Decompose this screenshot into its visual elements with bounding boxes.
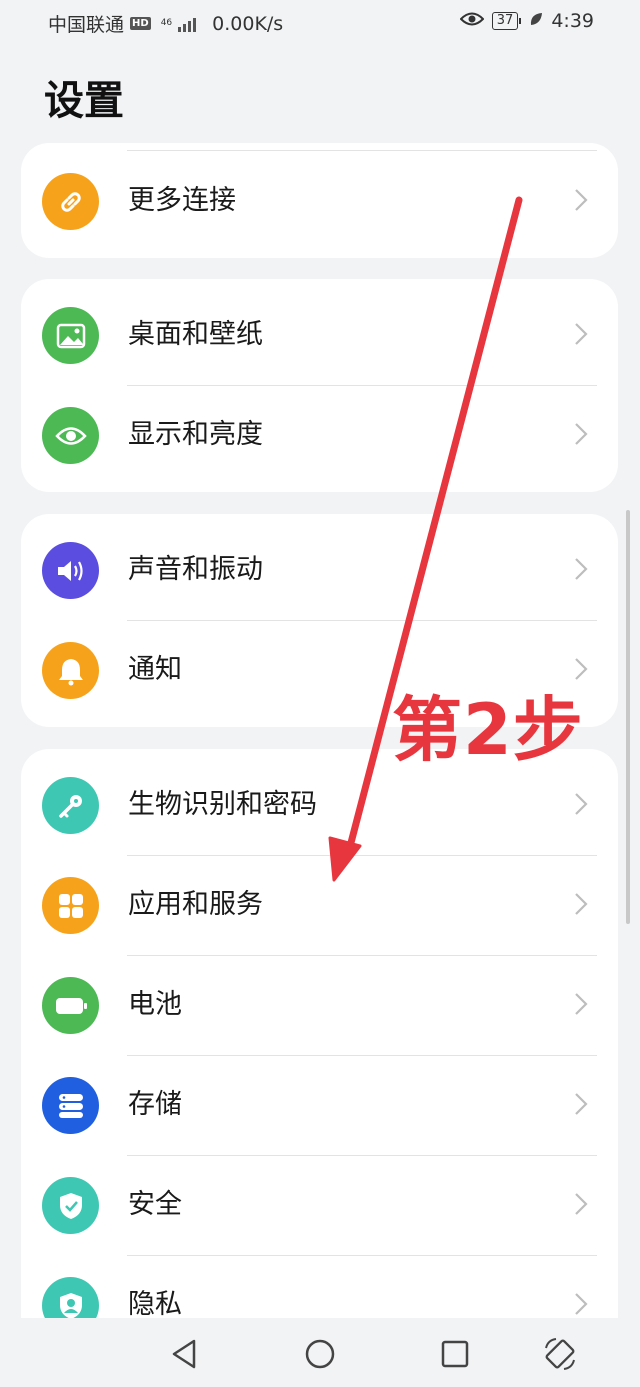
settings-item-display[interactable]: 显示和亮度: [21, 385, 618, 485]
chevron-right-icon: [566, 554, 596, 584]
settings-item-sound[interactable]: 声音和振动: [21, 520, 618, 620]
settings-item-label: 电池: [128, 989, 182, 1020]
settings-item-label: 应用和服务: [128, 889, 263, 920]
home-icon[interactable]: [302, 1336, 338, 1372]
chevron-right-icon: [566, 654, 596, 684]
chevron-right-icon: [566, 789, 596, 819]
chevron-right-icon: [566, 185, 596, 215]
settings-item-label: 存储: [128, 1089, 182, 1120]
rotate-icon[interactable]: [542, 1336, 578, 1372]
back-icon[interactable]: [166, 1336, 202, 1372]
status-right: 37 4:39: [459, 10, 594, 32]
divider: [127, 1055, 597, 1056]
divider: [127, 150, 597, 151]
settings-item-battery[interactable]: 电池: [21, 955, 618, 1055]
storage-icon: [42, 1077, 99, 1134]
clock: 4:39: [551, 10, 594, 32]
battery-icon: [42, 977, 99, 1034]
settings-item-label: 显示和亮度: [128, 419, 263, 450]
chevron-right-icon: [566, 319, 596, 349]
settings-item-storage[interactable]: 存储: [21, 1055, 618, 1155]
status-left: 中国联通 HD 46 0.00K/s: [48, 10, 283, 37]
chevron-right-icon: [566, 989, 596, 1019]
battery-level: 37: [491, 12, 519, 30]
settings-item-label: 生物识别和密码: [128, 789, 317, 820]
bell-icon: [42, 642, 99, 699]
chevron-right-icon: [566, 419, 596, 449]
settings-group-display: 桌面和壁纸 显示和亮度: [21, 279, 618, 492]
divider: [127, 620, 597, 621]
settings-item-label: 更多连接: [128, 185, 236, 216]
chevron-right-icon: [566, 1089, 596, 1119]
settings-item-label: 桌面和壁纸: [128, 319, 263, 350]
divider: [127, 1155, 597, 1156]
divider: [127, 385, 597, 386]
annotation-step-label: 第2步: [392, 689, 584, 771]
image-icon: [42, 307, 99, 364]
divider: [127, 855, 597, 856]
settings-item-label: 通知: [128, 654, 182, 685]
chevron-right-icon: [566, 889, 596, 919]
navigation-bar: [0, 1318, 640, 1387]
carrier-name: 中国联通: [48, 14, 125, 36]
link-icon: [42, 173, 99, 230]
chevron-right-icon: [566, 1189, 596, 1219]
divider: [127, 1255, 597, 1256]
status-bar: 中国联通 HD 46 0.00K/s 37 4:39: [0, 0, 640, 44]
settings-group-connections: 更多连接: [21, 143, 618, 258]
signal-icon: [178, 16, 197, 32]
leaf-icon: [529, 10, 543, 32]
battery-indicator: 37: [491, 12, 522, 30]
network-speed: 0.00K/s: [212, 12, 284, 35]
eye-icon: [42, 407, 99, 464]
network-type: 46: [160, 18, 173, 28]
settings-item-label: 声音和振动: [128, 554, 263, 585]
settings-item-label: 安全: [128, 1189, 182, 1220]
shield-icon: [42, 1177, 99, 1234]
settings-item-more-connections[interactable]: 更多连接: [21, 150, 618, 251]
key-icon: [42, 777, 99, 834]
divider: [127, 955, 597, 956]
speaker-icon: [42, 542, 99, 599]
page-title: 设置: [44, 78, 124, 124]
chevron-right-icon: [566, 1289, 596, 1319]
settings-item-security[interactable]: 安全: [21, 1155, 618, 1255]
settings-group-system: 生物识别和密码 应用和服务 电池 存储 安全 隐私: [21, 749, 618, 1369]
apps-icon: [42, 877, 99, 934]
settings-item-wallpaper[interactable]: 桌面和壁纸: [21, 285, 618, 385]
recents-icon[interactable]: [437, 1336, 473, 1372]
settings-item-apps[interactable]: 应用和服务: [21, 855, 618, 955]
eye-comfort-icon: [459, 10, 485, 32]
hd-icon: HD: [130, 17, 151, 30]
scrollbar[interactable]: [626, 510, 630, 924]
